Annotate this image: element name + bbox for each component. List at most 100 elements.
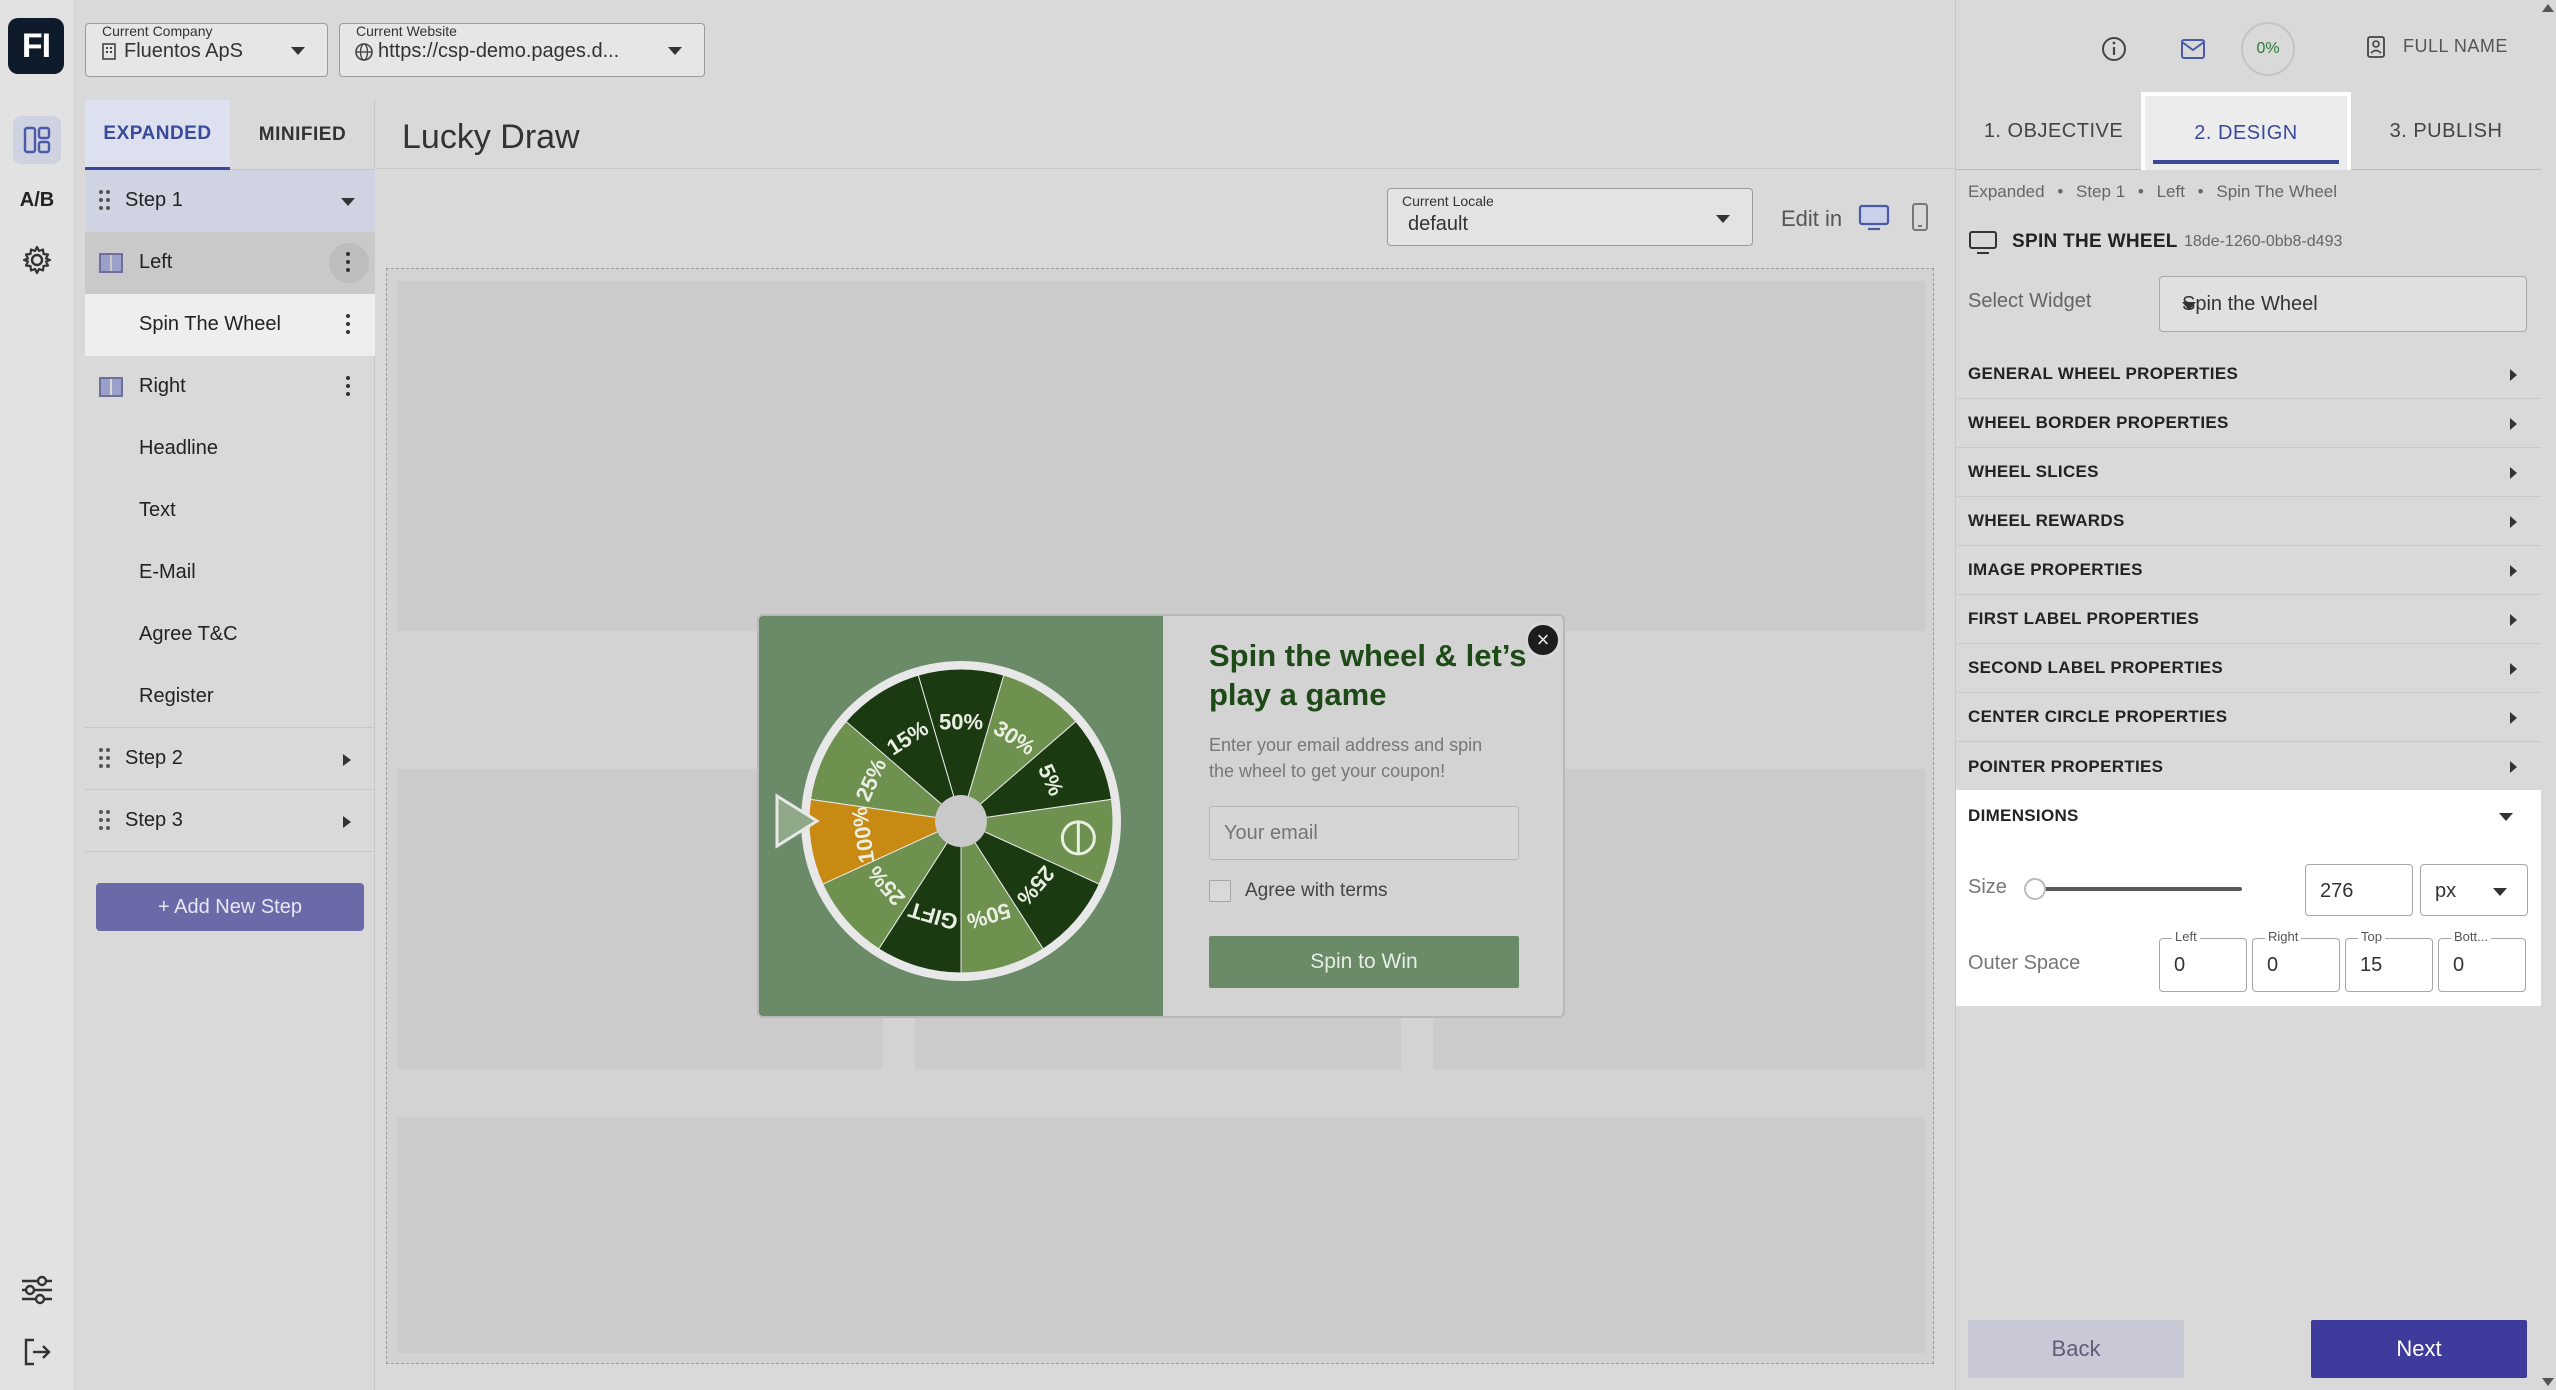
drag-handle-icon[interactable] xyxy=(99,190,113,212)
section-label: GENERAL WHEEL PROPERTIES xyxy=(1968,364,2239,383)
section-general-wheel[interactable]: GENERAL WHEEL PROPERTIES xyxy=(1956,350,2541,399)
tree-item-agree-label: Agree T&C xyxy=(139,623,238,645)
outer-right-input[interactable]: Right 0 xyxy=(2252,929,2340,992)
column-icon xyxy=(99,377,123,397)
section-label: POINTER PROPERTIES xyxy=(1968,756,2164,776)
tab-design[interactable]: 2. DESIGN xyxy=(2141,92,2351,170)
chevron-down-icon xyxy=(1716,215,1730,223)
section-wheel-border[interactable]: WHEEL BORDER PROPERTIES xyxy=(1956,399,2541,448)
section-second-label[interactable]: SECOND LABEL PROPERTIES xyxy=(1956,644,2541,693)
tree-item-headline[interactable]: Headline xyxy=(85,418,375,480)
scroll-down-arrow[interactable] xyxy=(2542,1378,2554,1386)
company-select[interactable]: Current Company Fluentos ApS xyxy=(85,23,328,77)
chevron-down-icon[interactable] xyxy=(341,198,355,206)
section-image[interactable]: IMAGE PROPERTIES xyxy=(1956,546,2541,595)
tree-item-register[interactable]: Register xyxy=(85,666,375,728)
tab-minified[interactable]: MINIFIED xyxy=(230,100,375,170)
select-widget-value: Spin the Wheel xyxy=(2182,293,2318,315)
tree-item-agree[interactable]: Agree T&C xyxy=(85,604,375,666)
section-label: WHEEL REWARDS xyxy=(1968,511,2125,530)
logout-nav[interactable] xyxy=(13,1328,61,1376)
section-pointer[interactable]: POINTER PROPERTIES xyxy=(1956,742,2541,791)
unit-select[interactable]: px xyxy=(2420,864,2528,916)
widget-title: SPIN THE WHEEL xyxy=(2012,231,2178,252)
info-button[interactable] xyxy=(2087,22,2141,76)
kebab-icon[interactable] xyxy=(345,314,351,336)
desktop-icon[interactable] xyxy=(1858,204,1890,232)
next-button[interactable]: Next xyxy=(2311,1320,2527,1378)
tree-step-1[interactable]: Step 1 xyxy=(85,170,375,232)
agree-checkbox[interactable] xyxy=(1209,880,1231,902)
ab-test-nav[interactable]: A/B xyxy=(13,176,61,224)
drag-handle-icon[interactable] xyxy=(99,748,113,770)
user-name-button[interactable]: FULL NAME xyxy=(2403,36,2508,57)
outer-top-label: Top xyxy=(2358,929,2385,944)
chevron-right-icon[interactable] xyxy=(343,754,351,766)
tree-step-3[interactable]: Step 3 xyxy=(85,790,375,852)
app-logo[interactable]: FI xyxy=(8,18,64,74)
drag-handle-icon[interactable] xyxy=(99,810,113,832)
tree-item-spin-the-wheel[interactable]: Spin The Wheel xyxy=(85,294,375,356)
spin-to-win-button[interactable]: Spin to Win xyxy=(1209,936,1519,988)
tab-expanded[interactable]: EXPANDED xyxy=(85,100,230,170)
kebab-icon[interactable] xyxy=(345,376,351,398)
section-center-circle[interactable]: CENTER CIRCLE PROPERTIES xyxy=(1956,693,2541,742)
tab-publish[interactable]: 3. PUBLISH xyxy=(2351,92,2541,170)
popup-email-input[interactable] xyxy=(1209,806,1519,860)
dashboard-nav-icon[interactable] xyxy=(13,116,61,164)
filters-nav[interactable] xyxy=(13,1266,61,1314)
section-wheel-slices[interactable]: WHEEL SLICES xyxy=(1956,448,2541,497)
mobile-icon[interactable] xyxy=(1910,202,1930,232)
section-label: WHEEL BORDER PROPERTIES xyxy=(1968,413,2229,432)
tree-item-right-label: Right xyxy=(139,375,186,397)
popup-left-column: 50% 30% 5% 25% 50% GIFT 25% 100% 25% 15% xyxy=(759,616,1163,1018)
website-select[interactable]: Current Website https://csp-demo.pages.d… xyxy=(339,23,705,77)
tree-step-2[interactable]: Step 2 xyxy=(85,728,375,790)
tree-item-text[interactable]: Text xyxy=(85,480,375,542)
breadcrumb-item[interactable]: Expanded xyxy=(1968,182,2045,201)
breadcrumb-item[interactable]: Left xyxy=(2157,182,2185,201)
size-input[interactable]: 276 xyxy=(2305,864,2413,916)
section-label: CENTER CIRCLE PROPERTIES xyxy=(1968,707,2228,726)
page-title: Lucky Draw xyxy=(402,118,580,156)
breadcrumb-item[interactable]: Step 1 xyxy=(2076,182,2125,201)
outer-top-input[interactable]: Top 15 xyxy=(2345,929,2433,992)
sliders-icon xyxy=(22,1275,52,1305)
tree-item-right[interactable]: Right xyxy=(85,356,375,418)
spin-wheel[interactable]: 50% 30%5%25%50%GIFT25%100%25%15% xyxy=(759,616,1163,1018)
outer-left-value: 0 xyxy=(2174,954,2186,976)
size-slider-thumb[interactable] xyxy=(2024,878,2046,900)
outer-bottom-input[interactable]: Bott... 0 xyxy=(2438,929,2526,992)
chevron-right-icon xyxy=(2510,663,2517,675)
popup-preview[interactable]: 50% 30% 5% 25% 50% GIFT 25% 100% 25% 15% Spin the… xyxy=(757,614,1565,1018)
select-widget-dropdown[interactable]: Spin the Wheel xyxy=(2159,276,2527,332)
outer-left-input[interactable]: Left 0 xyxy=(2159,929,2247,992)
tree-item-email[interactable]: E-Mail xyxy=(85,542,375,604)
kebab-icon[interactable] xyxy=(345,252,351,274)
locale-select[interactable]: Current Locale default xyxy=(1387,188,1753,246)
chevron-right-icon xyxy=(2510,614,2517,626)
close-icon[interactable]: × xyxy=(1525,622,1561,658)
website-select-value: https://csp-demo.pages.d... xyxy=(378,40,620,62)
size-slider-track[interactable] xyxy=(2032,887,2242,891)
scroll-up-arrow[interactable] xyxy=(2542,4,2554,12)
tab-objective[interactable]: 1. OBJECTIVE xyxy=(1956,92,2151,170)
tree-item-text-label: Text xyxy=(139,499,176,521)
progress-indicator[interactable]: 0% xyxy=(2241,22,2295,76)
back-button[interactable]: Back xyxy=(1968,1320,2184,1378)
outer-bottom-label: Bott... xyxy=(2451,929,2491,944)
outer-left-label: Left xyxy=(2172,929,2200,944)
placeholder-block xyxy=(397,1117,1925,1353)
tree-item-left[interactable]: Left xyxy=(85,232,375,294)
chevron-right-icon[interactable] xyxy=(343,816,351,828)
chevron-down-icon xyxy=(2493,888,2507,896)
section-first-label[interactable]: FIRST LABEL PROPERTIES xyxy=(1956,595,2541,644)
settings-nav[interactable] xyxy=(13,236,61,284)
breadcrumb-item[interactable]: Spin The Wheel xyxy=(2216,182,2337,201)
messages-button[interactable] xyxy=(2166,22,2220,76)
size-value: 276 xyxy=(2320,880,2354,902)
chevron-down-icon[interactable] xyxy=(2499,813,2513,821)
add-new-step-button[interactable]: + Add New Step xyxy=(96,883,364,931)
section-wheel-rewards[interactable]: WHEEL REWARDS xyxy=(1956,497,2541,546)
dimensions-title[interactable]: DIMENSIONS xyxy=(1968,806,2079,826)
